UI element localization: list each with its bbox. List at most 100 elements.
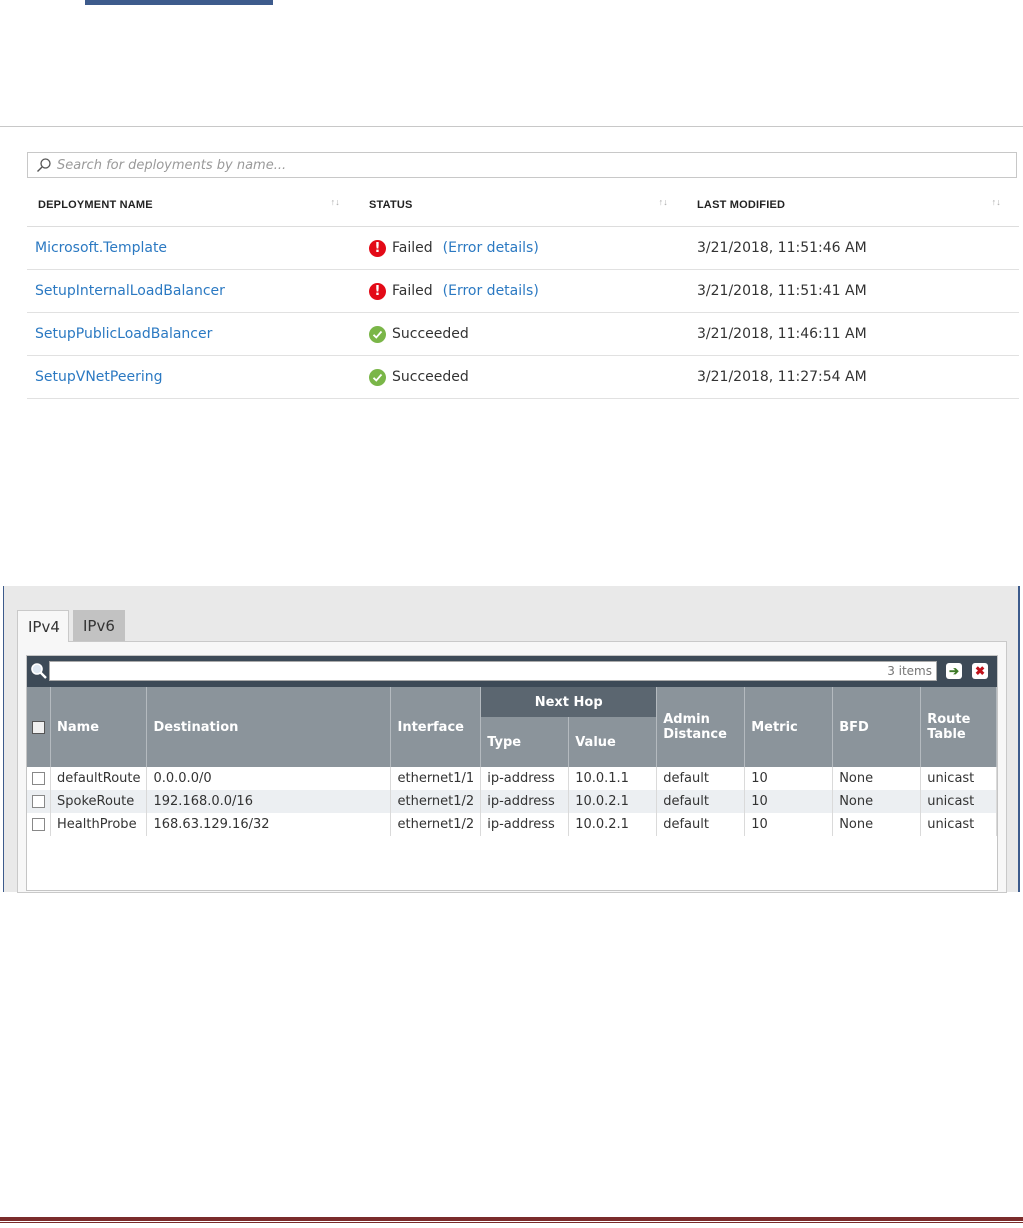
row-select-cell: [27, 767, 51, 790]
route-table-type: unicast: [920, 767, 997, 790]
status-text: Succeeded: [392, 326, 469, 342]
route-bfd: None: [832, 767, 922, 790]
error-icon: !: [369, 239, 386, 257]
routes-filter-input[interactable]: [49, 661, 937, 681]
apply-filter-arrow-icon[interactable]: ➔: [946, 663, 962, 679]
footer-rule: [0, 1217, 1023, 1221]
route-interface: ethernet1/1: [390, 767, 482, 790]
column-header-label: DEPLOYMENT NAME: [38, 199, 153, 211]
tab-ipv4[interactable]: IPv4: [17, 610, 69, 642]
route-row[interactable]: HealthProbe 168.63.129.16/32 ethernet1/2…: [27, 813, 997, 836]
last-modified: 3/21/2018, 11:51:46 AM: [686, 226, 1019, 270]
status-text: Succeeded: [392, 369, 469, 385]
success-check-icon: [369, 368, 386, 386]
column-header-last-modified[interactable]: LAST MODIFIED ↑↓: [686, 184, 1019, 227]
deployment-status: ! Failed (Error details): [358, 269, 686, 313]
tab-content: ➔ ✖ Name Destination Interface Next Hop …: [17, 641, 1007, 893]
route-bfd: None: [832, 790, 922, 813]
route-next-hop-type: ip-address: [480, 790, 570, 813]
status-text: Failed: [392, 283, 433, 299]
route-next-hop-type: ip-address: [480, 813, 570, 836]
deployment-status: Succeeded: [358, 312, 686, 356]
route-destination: 168.63.129.16/32: [146, 813, 392, 836]
route-metric: 10: [744, 813, 834, 836]
route-interface: ethernet1/2: [390, 813, 482, 836]
deployments-panel: DEPLOYMENT NAME ↑↓ STATUS ↑↓ LAST MODIFI…: [0, 126, 1023, 402]
column-header-metric[interactable]: Metric: [744, 687, 834, 767]
deployment-status: ! Failed (Error details): [358, 226, 686, 270]
column-header-route-table[interactable]: Route Table: [920, 687, 997, 767]
deployments-header-row: DEPLOYMENT NAME ↑↓ STATUS ↑↓ LAST MODIFI…: [27, 184, 1019, 227]
route-row[interactable]: SpokeRoute 192.168.0.0/16 ethernet1/2 ip…: [27, 790, 997, 813]
column-header-type[interactable]: Type: [480, 717, 570, 767]
tab-ipv6[interactable]: IPv6: [73, 610, 125, 641]
clear-filter-x-icon[interactable]: ✖: [972, 663, 988, 679]
select-all-checkbox[interactable]: [32, 720, 45, 734]
status-text: Failed: [392, 240, 433, 256]
route-next-hop-value: 10.0.2.1: [568, 790, 658, 813]
deployment-row: SetupVNetPeering Succeeded 3/21/2018, 11…: [27, 355, 1019, 399]
grid-toolbar: ➔ ✖: [27, 656, 997, 687]
sort-icon[interactable]: ↑↓: [992, 197, 1001, 207]
column-header-name[interactable]: Name: [50, 687, 148, 767]
success-check-icon: [369, 325, 386, 343]
route-name[interactable]: defaultRoute: [50, 767, 148, 790]
deployment-name-link[interactable]: SetupPublicLoadBalancer: [27, 312, 358, 356]
last-modified: 3/21/2018, 11:51:41 AM: [686, 269, 1019, 313]
route-bfd: None: [832, 813, 922, 836]
route-admin-distance: default: [656, 813, 746, 836]
route-interface: ethernet1/2: [390, 790, 482, 813]
deployment-row: SetupInternalLoadBalancer ! Failed (Erro…: [27, 269, 1019, 313]
static-routes-panel: IPv4 IPv6 ➔ ✖ Name: [3, 586, 1020, 893]
route-table-type: unicast: [920, 813, 997, 836]
routes-header-row-1: Name Destination Interface Next Hop Admi…: [27, 687, 997, 767]
column-header-admin-distance[interactable]: Admin Distance: [656, 687, 746, 767]
last-modified: 3/21/2018, 11:46:11 AM: [686, 312, 1019, 356]
deployments-table: DEPLOYMENT NAME ↑↓ STATUS ↑↓ LAST MODIFI…: [27, 184, 1019, 399]
route-row[interactable]: defaultRoute 0.0.0.0/0 ethernet1/1 ip-ad…: [27, 767, 997, 790]
error-details-link[interactable]: (Error details): [443, 240, 539, 256]
routes-grid: ➔ ✖ Name Destination Interface Next Hop …: [26, 655, 998, 891]
column-header-deployment-name[interactable]: DEPLOYMENT NAME ↑↓: [27, 184, 358, 227]
column-header-value[interactable]: Value: [568, 717, 658, 767]
route-metric: 10: [744, 767, 834, 790]
last-modified: 3/21/2018, 11:27:54 AM: [686, 355, 1019, 399]
deployment-name-link[interactable]: SetupVNetPeering: [27, 355, 358, 399]
routes-table: Name Destination Interface Next Hop Admi…: [27, 687, 997, 836]
sort-icon[interactable]: ↑↓: [331, 197, 340, 207]
deployment-row: SetupPublicLoadBalancer Succeeded 3/21/2…: [27, 312, 1019, 356]
column-header-destination[interactable]: Destination: [146, 687, 392, 767]
column-header-label: STATUS: [369, 199, 413, 211]
column-group-next-hop: Next Hop: [480, 687, 658, 717]
route-destination: 0.0.0.0/0: [146, 767, 392, 790]
deployment-name-link[interactable]: SetupInternalLoadBalancer: [27, 269, 358, 313]
route-admin-distance: default: [656, 790, 746, 813]
search-icon: [37, 158, 51, 172]
route-admin-distance: default: [656, 767, 746, 790]
route-name[interactable]: HealthProbe: [50, 813, 148, 836]
route-next-hop-type: ip-address: [480, 767, 570, 790]
column-header-interface[interactable]: Interface: [390, 687, 482, 767]
error-details-link[interactable]: (Error details): [443, 283, 539, 299]
footer-rule-thin: [0, 1222, 1023, 1223]
deployment-name-link[interactable]: Microsoft.Template: [27, 226, 358, 270]
route-next-hop-value: 10.0.2.1: [568, 813, 658, 836]
row-checkbox[interactable]: [32, 795, 45, 808]
deployment-row: Microsoft.Template ! Failed (Error detai…: [27, 226, 1019, 270]
deployment-status: Succeeded: [358, 355, 686, 399]
route-next-hop-value: 10.0.1.1: [568, 767, 658, 790]
row-checkbox[interactable]: [32, 772, 45, 785]
column-header-label: LAST MODIFIED: [697, 199, 786, 211]
route-name[interactable]: SpokeRoute: [50, 790, 148, 813]
deployment-search-box[interactable]: [27, 152, 1017, 178]
route-destination: 192.168.0.0/16: [146, 790, 392, 813]
deployment-search-input[interactable]: [57, 157, 957, 173]
row-checkbox[interactable]: [32, 818, 45, 831]
sort-icon[interactable]: ↑↓: [659, 197, 668, 207]
route-metric: 10: [744, 790, 834, 813]
route-table-type: unicast: [920, 790, 997, 813]
select-all-cell: [27, 687, 51, 767]
column-header-status[interactable]: STATUS ↑↓: [358, 184, 686, 227]
search-icon: [31, 663, 47, 679]
column-header-bfd[interactable]: BFD: [832, 687, 922, 767]
